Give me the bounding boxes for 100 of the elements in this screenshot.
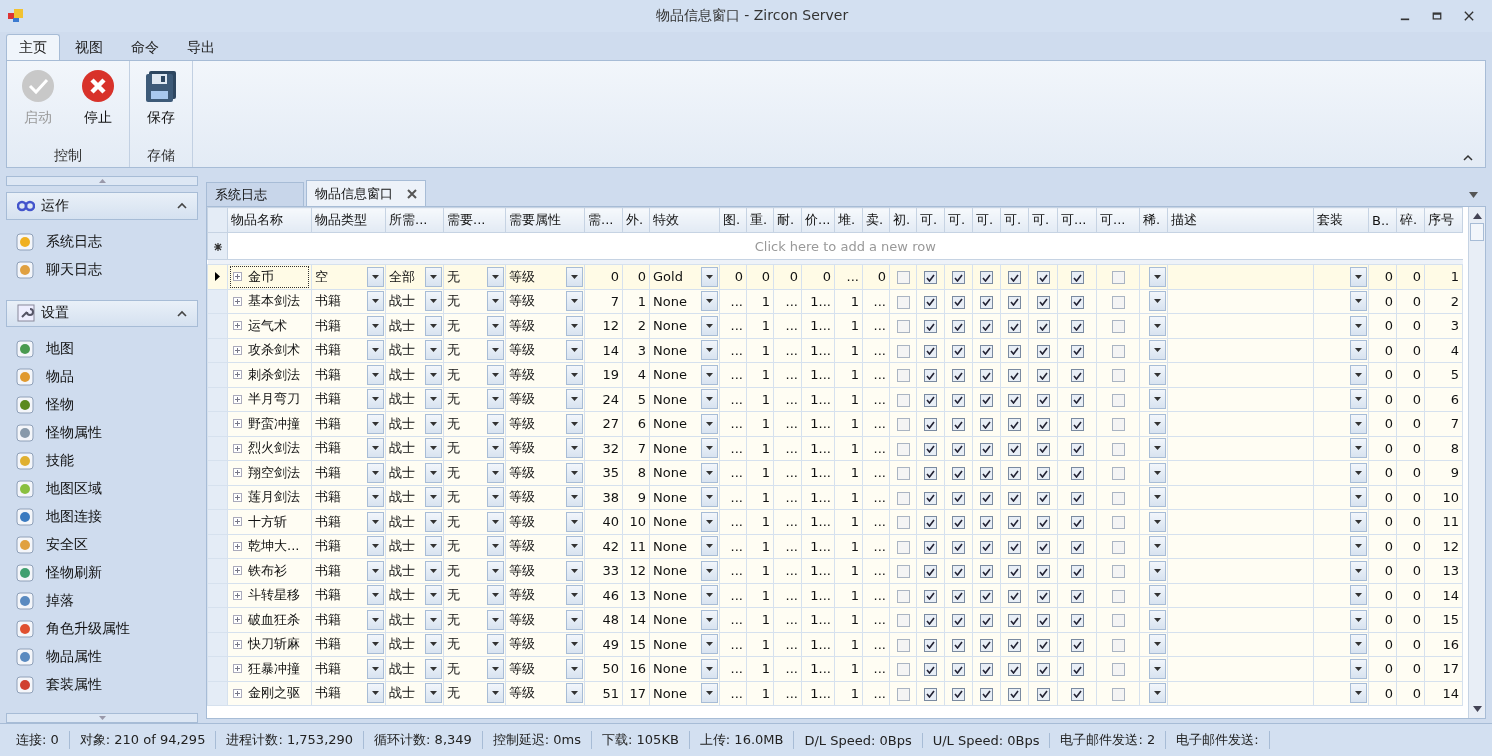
checkbox[interactable]: [896, 442, 910, 456]
dropdown-button[interactable]: [487, 340, 504, 361]
dropdown-button[interactable]: [367, 291, 384, 312]
dropdown-button[interactable]: [425, 609, 442, 630]
sidebar-group-header[interactable]: 运作: [6, 192, 198, 220]
checkbox[interactable]: [980, 516, 993, 530]
checkbox[interactable]: [924, 320, 937, 334]
dropdown-button[interactable]: [487, 438, 504, 459]
checkbox[interactable]: [1036, 442, 1050, 456]
expand-icon[interactable]: [233, 639, 242, 649]
up-arrow-icon[interactable]: [1472, 213, 1482, 219]
checkbox[interactable]: [1070, 344, 1084, 358]
checkbox[interactable]: [952, 393, 965, 407]
sidebar-item[interactable]: 物品属性: [46, 647, 102, 666]
column-header[interactable]: 序号: [1424, 207, 1463, 233]
document-tab[interactable]: 物品信息窗口: [306, 180, 426, 206]
checkbox[interactable]: [1036, 393, 1050, 407]
column-header[interactable]: 价...: [801, 207, 835, 233]
checkbox[interactable]: [952, 638, 965, 652]
checkbox[interactable]: [1070, 516, 1084, 530]
checkbox[interactable]: [1111, 393, 1125, 407]
checkbox[interactable]: [1111, 540, 1125, 554]
checkbox[interactable]: [980, 393, 993, 407]
checkbox[interactable]: [1008, 614, 1021, 628]
checkbox[interactable]: [980, 687, 993, 701]
expand-icon[interactable]: [233, 590, 242, 600]
checkbox[interactable]: [1036, 614, 1050, 628]
checkbox[interactable]: [1008, 271, 1021, 285]
checkbox[interactable]: [1070, 565, 1084, 579]
expand-icon[interactable]: [233, 566, 242, 576]
checkbox[interactable]: [924, 687, 937, 701]
dropdown-button[interactable]: [1350, 413, 1367, 434]
column-header[interactable]: 初.: [889, 207, 917, 233]
checkbox[interactable]: [980, 565, 993, 579]
checkbox[interactable]: [980, 369, 993, 383]
dropdown-button[interactable]: [566, 315, 583, 336]
column-header[interactable]: 重.: [746, 207, 774, 233]
dropdown-button[interactable]: [425, 487, 442, 508]
dropdown-button[interactable]: [566, 658, 583, 679]
save-button[interactable]: 保存: [138, 65, 184, 147]
checkbox[interactable]: [980, 344, 993, 358]
checkbox[interactable]: [1070, 614, 1084, 628]
column-header[interactable]: 特效: [649, 207, 720, 233]
dropdown-button[interactable]: [367, 438, 384, 459]
checkbox[interactable]: [1008, 565, 1021, 579]
dropdown-button[interactable]: [367, 413, 384, 434]
column-header[interactable]: B..: [1368, 207, 1397, 233]
checkbox[interactable]: [952, 442, 965, 456]
dropdown-button[interactable]: [701, 438, 718, 459]
checkbox[interactable]: [980, 589, 993, 603]
checkbox[interactable]: [896, 687, 910, 701]
dropdown-button[interactable]: [425, 364, 442, 385]
dropdown-button[interactable]: [1350, 462, 1367, 483]
dropdown-button[interactable]: [1149, 438, 1166, 459]
checkbox[interactable]: [1111, 614, 1125, 628]
checkbox[interactable]: [1008, 369, 1021, 383]
checkbox[interactable]: [1111, 565, 1125, 579]
dropdown-button[interactable]: [425, 536, 442, 557]
checkbox[interactable]: [980, 491, 993, 505]
dropdown-button[interactable]: [425, 413, 442, 434]
checkbox[interactable]: [896, 344, 910, 358]
expand-icon[interactable]: [233, 345, 242, 355]
checkbox[interactable]: [924, 344, 937, 358]
checkbox[interactable]: [896, 369, 910, 383]
sidebar-item[interactable]: 地图区域: [46, 479, 102, 498]
checkbox[interactable]: [952, 295, 965, 309]
dropdown-button[interactable]: [367, 683, 384, 704]
dropdown-button[interactable]: [487, 560, 504, 581]
checkbox[interactable]: [924, 491, 937, 505]
column-header[interactable]: 耐.: [773, 207, 802, 233]
checkbox[interactable]: [1008, 344, 1021, 358]
dropdown-button[interactable]: [1149, 609, 1166, 630]
checkbox[interactable]: [1008, 663, 1021, 677]
dropdown-button[interactable]: [1149, 364, 1166, 385]
dropdown-button[interactable]: [1350, 511, 1367, 532]
expand-icon[interactable]: [233, 321, 242, 331]
expand-icon[interactable]: [233, 370, 242, 380]
expand-icon[interactable]: [233, 517, 242, 527]
down-arrow-icon[interactable]: [1472, 706, 1482, 712]
checkbox[interactable]: [896, 418, 910, 432]
ribbon-tab[interactable]: 命令: [118, 34, 172, 60]
checkbox[interactable]: [980, 614, 993, 628]
checkbox[interactable]: [1036, 320, 1050, 334]
dropdown-button[interactable]: [1149, 462, 1166, 483]
dropdown-button[interactable]: [1350, 266, 1367, 287]
sidebar-group-header[interactable]: 设置: [6, 299, 198, 327]
dropdown-button[interactable]: [701, 340, 718, 361]
dropdown-button[interactable]: [487, 487, 504, 508]
checkbox[interactable]: [1111, 687, 1125, 701]
checkbox[interactable]: [924, 516, 937, 530]
dropdown-button[interactable]: [367, 340, 384, 361]
dropdown-button[interactable]: [425, 683, 442, 704]
dropdown-button[interactable]: [425, 560, 442, 581]
dropdown-button[interactable]: [1149, 658, 1166, 679]
document-tab[interactable]: 系统日志: [206, 182, 304, 206]
dropdown-button[interactable]: [701, 634, 718, 655]
column-header[interactable]: 堆.: [834, 207, 863, 233]
checkbox[interactable]: [1008, 393, 1021, 407]
dropdown-button[interactable]: [367, 536, 384, 557]
column-header[interactable]: 卖.: [862, 207, 890, 233]
